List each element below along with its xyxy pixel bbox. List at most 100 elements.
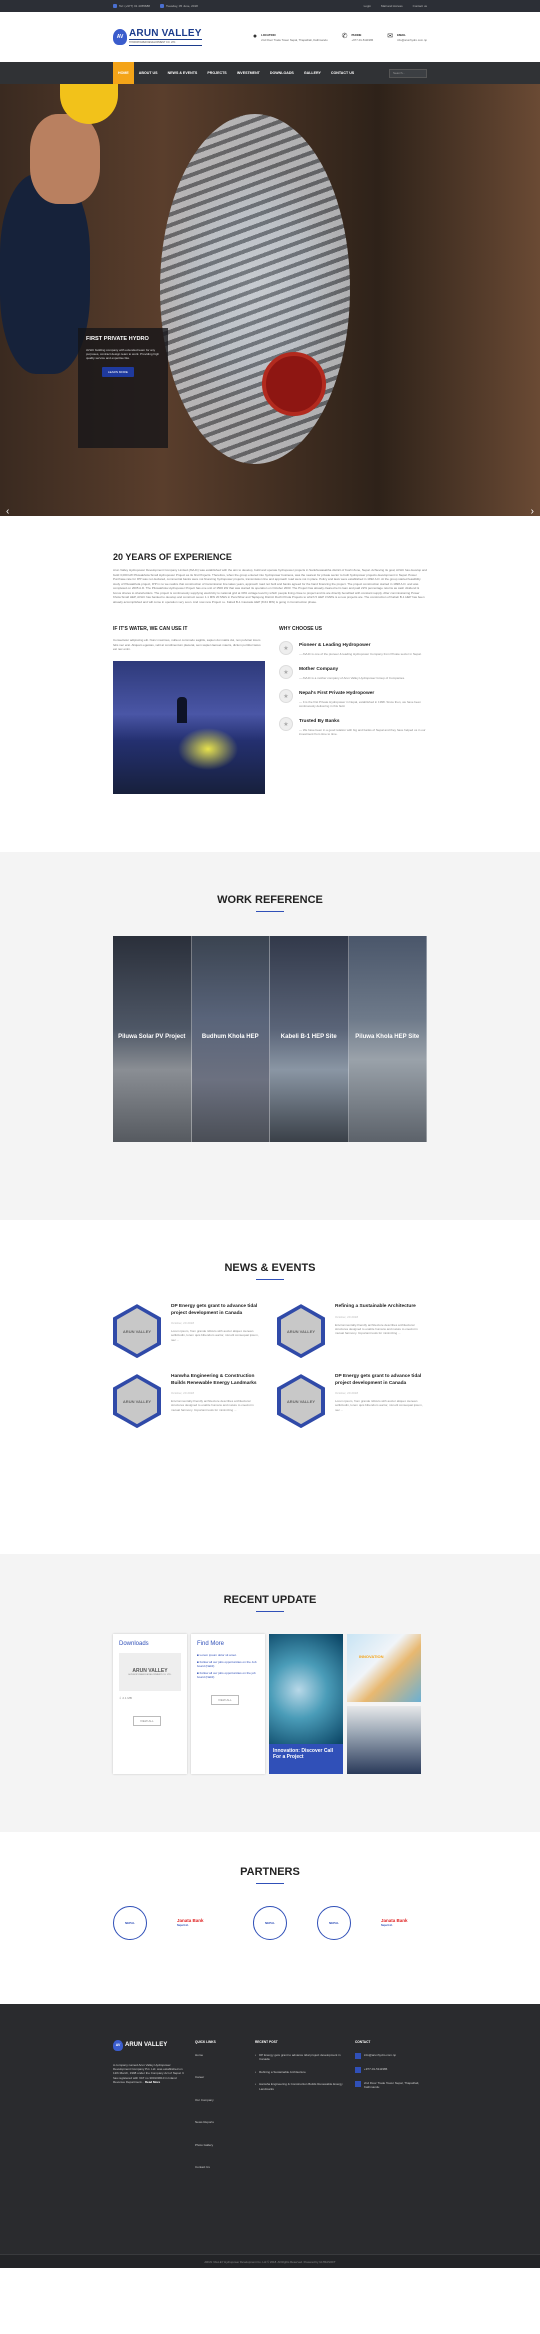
bullet-icon: • (255, 2052, 257, 2057)
footer-contact: CONTACT info@arunhydro.com.np +977-01-51… (355, 2040, 427, 2188)
calendar-icon (159, 4, 164, 9)
hero-caption: FIRST PRIVATE HYDRO AVHC building compan… (78, 328, 168, 448)
topbar-link-login[interactable]: Login (364, 4, 371, 8)
innovation-caption: Innovation: Discover Call For a Project (269, 1744, 343, 1775)
search-input[interactable]: Search... (389, 68, 427, 78)
experience-section: 20 YEARS OF EXPERIENCE Arun Valley Hydro… (113, 516, 427, 794)
why-item: ★ Nepal's First Private Hydropower — It is… (279, 689, 427, 708)
logo-subtitle: HYDROPOWER DEVELOPMENT CO. LTD. (129, 39, 202, 46)
footer-about: AV ARUN VALLEY A company named Arun Valle… (113, 2039, 185, 2188)
news-thumbnail: ARUN VALLEY (277, 1374, 325, 1429)
site-header: AV ARUN VALLEY HYDROPOWER DEVELOPMENT CO… (0, 12, 540, 62)
footer-link-company[interactable]: Our Company (195, 2098, 245, 2102)
main-nav: HOME ABOUT US NEWS & EVENTS PROJECTS INV… (0, 62, 540, 84)
download-size: ⇩ 2.1 MB (119, 1696, 132, 1701)
partner-logo-nepal[interactable]: NEPAL (253, 1906, 287, 1941)
water-text: Consectetur adipiscing elit. Nunc maximu… (113, 638, 261, 651)
recent-post[interactable]: • Refining a Sustainable Architecture (255, 2070, 345, 2074)
why-choose-us: WHY CHOOSE US ★ Pioneer & Leading Hydropo… (279, 626, 427, 794)
nav-about-us[interactable]: ABOUT US (134, 62, 163, 84)
turbine-image (160, 114, 350, 464)
footer-logo[interactable]: AV ARUN VALLEY (113, 2039, 185, 2051)
logo-icon: AV (113, 2039, 123, 2051)
title-underline (256, 910, 284, 913)
recent-post[interactable]: • Hanwha Engineering & Construction Build… (255, 2082, 345, 2091)
envelope-icon: ✉ (387, 32, 394, 40)
downloads-card: Downloads ARUN VALLEY HYDROPOWER DEVELOPM… (113, 1634, 187, 1775)
news-title: NEWS & EVENTS (224, 1261, 316, 1274)
footer-link-home[interactable]: Home (195, 2053, 245, 2057)
nav-investment[interactable]: INVESTMENT (232, 62, 265, 84)
why-item: ★ Mother Company — AVHC is a mother compan… (279, 665, 427, 680)
top-bar: Tel: (+977) 01 4455688 Tuesday, 05 June,… (0, 0, 540, 12)
recent-update-section: RECENT UPDATE Downloads ARUN VALLEY HYDRO… (0, 1553, 540, 1832)
news-item[interactable]: ARUN VALLEY DP Energy gets grant to adva… (277, 1374, 427, 1429)
nav-contact-us[interactable]: CONTACT US (326, 62, 359, 84)
slider-prev-icon[interactable]: ‹ (6, 507, 9, 517)
innovation-card[interactable]: Innovation: Discover Call For a Project (269, 1634, 343, 1775)
news-item[interactable]: ARUN VALLEY Refining a Sustainable Archi… (277, 1304, 427, 1359)
footer-link-news[interactable]: News Reports (195, 2120, 245, 2124)
why-item: ★ Pioneer & Leading Hydropower — AVHC is o… (279, 641, 427, 656)
recent-image-stack: INNOVATION (347, 1634, 421, 1775)
header-location: ● LOCATION 2nd Floor Trade Tower Nepal, T… (252, 32, 328, 42)
location-pin-icon (355, 2080, 361, 2087)
hero-text: AVHC building company with extended team… (86, 348, 160, 361)
partner-logo-nepal[interactable]: NEPAL (113, 1906, 147, 1941)
nav-gallery[interactable]: GALLERY (299, 62, 326, 84)
work-title: WORK REFERENCE (217, 893, 323, 906)
nav-news-events[interactable]: NEWS & EVENTS (163, 62, 203, 84)
find-more-item[interactable]: ■ Follow all our jobs opportunities on t… (197, 1671, 259, 1679)
nav-downloads[interactable]: DOWNLOADS (265, 62, 299, 84)
partner-logo-janata[interactable]: Janata Bank Nepal Ltd. (177, 1918, 223, 1928)
downloads-logo[interactable]: ARUN VALLEY HYDROPOWER DEVELOPMENT CO. LT… (119, 1653, 181, 1692)
work-card[interactable]: Piluwa Solar PV Project (113, 936, 192, 1143)
why-title: WHY CHOOSE US (279, 626, 322, 632)
logo-name: ARUN VALLEY (129, 28, 202, 39)
partner-logo-janata[interactable]: Janata Bank Nepal Ltd. (381, 1918, 427, 1928)
badge-icon: ★ (279, 641, 293, 655)
recent-post[interactable]: • DP Energy gets grant to advance tidal p… (255, 2053, 345, 2062)
title-underline (256, 1610, 284, 1613)
footer-link-contact[interactable]: Contact Us (195, 2165, 245, 2169)
contact-email[interactable]: info@arunhydro.com.np (355, 2052, 427, 2059)
view-all-button[interactable]: VIEW ALL (133, 1716, 161, 1727)
footer-link-gallery[interactable]: Photo Gallery (195, 2143, 245, 2147)
bullet-icon: • (255, 2082, 257, 2087)
experience-text: Arun Valley Hydropower Development Compa… (113, 568, 428, 604)
experience-title: 20 YEARS OF EXPERIENCE (113, 552, 232, 562)
footer-link-career[interactable]: Career (195, 2075, 245, 2079)
find-more-item[interactable]: ■ Lorem ipsum dolor sit amet. (197, 1653, 259, 1657)
title-underline (256, 1882, 284, 1885)
learn-more-button[interactable]: LEARN MORE (102, 366, 134, 377)
recent-title: RECENT UPDATE (223, 1593, 317, 1606)
slider-next-icon[interactable]: › (531, 507, 534, 517)
news-item[interactable]: ARUN VALLEY Hanwha Engineering & Constru… (113, 1374, 263, 1429)
read-more-link[interactable]: Read More (145, 2080, 160, 2084)
work-card[interactable]: Piluwa Khola HEP Site (348, 936, 427, 1143)
partners-section: PARTNERS NEPAL Janata Bank Nepal Ltd. NEP… (0, 1832, 540, 2004)
phone-icon: ✆ (341, 32, 348, 40)
view-all-button[interactable]: VIEW ALL (211, 1695, 239, 1706)
copyright: ARUN VALLEY Hydropower Development Co. L… (0, 2253, 540, 2268)
contact-phone[interactable]: +977-01-5111986 (355, 2066, 427, 2073)
find-more-title: Find More (197, 1641, 225, 1648)
work-card[interactable]: Kabeli B-1 HEP Site (270, 936, 349, 1143)
innovation-image[interactable]: INNOVATION (347, 1634, 421, 1703)
dam-image[interactable] (347, 1706, 421, 1775)
work-reference-section: WORK REFERENCE Piluwa Solar PV Project B… (0, 851, 540, 1220)
topbar-link-contact[interactable]: Contact us (413, 4, 427, 8)
nav-projects[interactable]: PROJECTS (202, 62, 231, 84)
badge-icon: ★ (279, 717, 293, 731)
site-footer: AV ARUN VALLEY A company named Arun Valle… (0, 2003, 540, 2268)
hero-title: FIRST PRIVATE HYDRO (86, 336, 149, 342)
turbine-wheel (262, 352, 326, 416)
partner-logo-nepal[interactable]: NEPAL (317, 1906, 351, 1941)
find-more-item[interactable]: ■ Follow all our jobs opportunities on t… (197, 1660, 259, 1668)
topbar-link-mail[interactable]: Mail and Access (381, 4, 403, 8)
work-card[interactable]: Budhum Khola HEP (191, 936, 270, 1143)
nav-home[interactable]: HOME (113, 62, 134, 84)
site-logo[interactable]: AV ARUN VALLEY HYDROPOWER DEVELOPMENT CO… (113, 28, 202, 46)
news-item[interactable]: ARUN VALLEY DP Energy gets grant to adva… (113, 1304, 263, 1359)
footer-recent-posts: RECENT POST • DP Energy gets grant to adv… (255, 2040, 345, 2188)
